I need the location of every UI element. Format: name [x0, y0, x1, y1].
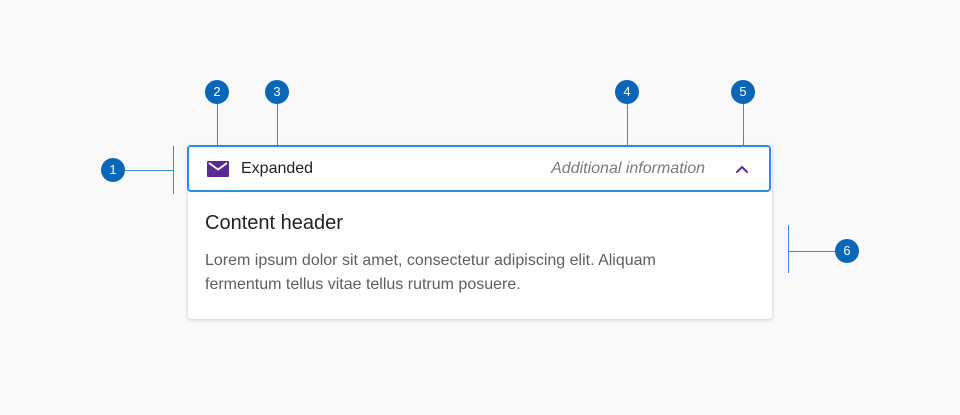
- mail-icon: [207, 161, 229, 177]
- callout-badge-5: 5: [731, 80, 755, 104]
- callout-line-6-bracket: [788, 225, 789, 273]
- callout-line-3: [277, 103, 278, 149]
- callout-line-2: [217, 103, 218, 149]
- accordion-title: Expanded: [241, 160, 314, 177]
- accordion: Content header Lorem ipsum dolor sit ame…: [187, 145, 772, 319]
- additional-information: Additional information: [551, 160, 705, 177]
- callout-badge-4: 4: [615, 80, 639, 104]
- accordion-header[interactable]: Expanded Additional information: [187, 145, 771, 192]
- chevron-up-icon[interactable]: [735, 164, 749, 174]
- callout-badge-3: 3: [265, 80, 289, 104]
- callout-line-1-horizontal: [124, 170, 174, 171]
- callout-badge-1: 1: [101, 158, 125, 182]
- content-header: Content header: [205, 212, 343, 234]
- callout-line-4: [627, 103, 628, 149]
- content-body: Lorem ipsum dolor sit amet, consectetur …: [205, 252, 656, 293]
- callout-line-1-bracket: [173, 146, 174, 194]
- callout-badge-2: 2: [205, 80, 229, 104]
- callout-badge-6: 6: [835, 239, 859, 263]
- callout-line-6-horizontal: [788, 251, 836, 252]
- accordion-anatomy-diagram: 1 2 3 4 5 6 Content header Lorem ipsum d…: [0, 0, 960, 415]
- callout-line-5: [743, 103, 744, 149]
